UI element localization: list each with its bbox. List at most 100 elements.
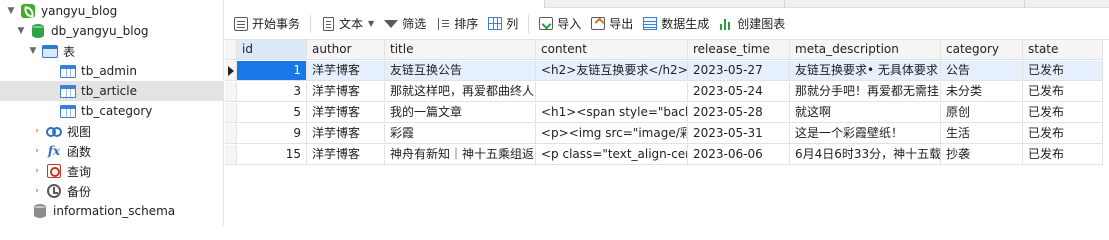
cell-release-time[interactable]: 2023-05-28: [688, 103, 790, 123]
create-chart-button[interactable]: 创建图表: [714, 13, 790, 35]
column-header-author[interactable]: author: [307, 40, 385, 60]
cell-content[interactable]: <h1><span style="back: [536, 103, 688, 123]
cell-content[interactable]: <h2>友链互换要求</h2>: [536, 61, 688, 81]
column-header-meta-description[interactable]: meta_description: [790, 40, 941, 60]
columns-label: 列: [506, 17, 519, 31]
tree-item-table-tb_article[interactable]: tb_article: [0, 81, 224, 101]
cell-content[interactable]: <p class="text_align-cer: [536, 145, 688, 165]
cell-title[interactable]: 神舟有新知｜神十五乘组返: [385, 145, 536, 165]
cell-meta-description[interactable]: 就这啊: [790, 103, 941, 123]
expand-arrow-icon[interactable]: ›: [32, 126, 42, 136]
cell-meta-description[interactable]: 那就分手吧！再爱都无需挂: [790, 82, 941, 102]
cell-id[interactable]: 1: [237, 61, 307, 81]
tab[interactable]: [545, 0, 785, 8]
table-icon: [60, 103, 76, 119]
cell-release-time[interactable]: 2023-05-31: [688, 124, 790, 144]
expand-arrow-icon[interactable]: ›: [32, 146, 42, 156]
cell-category[interactable]: 原创: [941, 103, 1023, 123]
cell-category[interactable]: 公告: [941, 61, 1023, 81]
cell-author[interactable]: 洋芋博客: [307, 61, 385, 81]
column-header-content[interactable]: content: [536, 40, 688, 60]
tab[interactable]: [785, 0, 1025, 8]
column-header-release-time[interactable]: release_time: [688, 40, 790, 60]
tree-item-functions[interactable]: › fx 函数: [0, 141, 224, 161]
column-header-category[interactable]: category: [941, 40, 1023, 60]
chevron-down-icon[interactable]: ▼: [368, 19, 374, 28]
cell-id[interactable]: 15: [237, 145, 307, 165]
cell-category[interactable]: 生活: [941, 124, 1023, 144]
cell-state[interactable]: 已发布: [1023, 145, 1103, 165]
cell-content[interactable]: [536, 82, 688, 102]
column-header-state[interactable]: state: [1023, 40, 1103, 60]
cell-state[interactable]: 已发布: [1023, 61, 1103, 81]
cell-author[interactable]: 洋芋博客: [307, 103, 385, 123]
cell-id[interactable]: 9: [237, 124, 307, 144]
sort-icon: [436, 17, 450, 31]
tree-item-table-tb_category[interactable]: tb_category: [0, 101, 224, 121]
cell-meta-description[interactable]: 友链互换要求• 无具体要求: [790, 61, 941, 81]
expand-arrow-icon[interactable]: ›: [32, 166, 42, 176]
text-label: 文本: [339, 17, 364, 31]
tree-item-database[interactable]: ▼ db_yangyu_blog: [0, 21, 224, 41]
columns-button[interactable]: 列: [483, 13, 523, 35]
cell-author[interactable]: 洋芋博客: [307, 82, 385, 102]
tables-group-icon: [42, 43, 58, 59]
table-row[interactable]: 1 洋芋博客 友链互换公告 <h2>友链互换要求</h2> 2023-05-27…: [225, 61, 1109, 81]
tree-item-tables[interactable]: ▼ 表: [0, 41, 224, 61]
cell-title[interactable]: 那就这样吧，再爱都曲终人: [385, 82, 536, 102]
backups-label: 备份: [67, 184, 92, 199]
tree-item-table-tb_admin[interactable]: tb_admin: [0, 61, 224, 81]
cell-category[interactable]: 未分类: [941, 82, 1023, 102]
collapse-arrow-icon[interactable]: ▼: [6, 6, 16, 16]
cell-state[interactable]: 已发布: [1023, 103, 1103, 123]
database-label: information_schema: [53, 204, 176, 218]
sort-button[interactable]: 排序: [431, 13, 483, 35]
collapse-arrow-icon[interactable]: ▼: [28, 46, 38, 56]
cell-title[interactable]: 我的一篇文章: [385, 103, 536, 123]
cell-state[interactable]: 已发布: [1023, 82, 1103, 102]
table-row[interactable]: 3 洋芋博客 那就这样吧，再爱都曲终人 2023-05-24 那就分手吧！再爱都…: [225, 82, 1109, 102]
cell-release-time[interactable]: 2023-05-24: [688, 82, 790, 102]
tree-item-queries[interactable]: › 查询: [0, 161, 224, 181]
expand-arrow-icon[interactable]: ›: [32, 186, 42, 196]
cell-author[interactable]: 洋芋博客: [307, 145, 385, 165]
table-row[interactable]: 5 洋芋博客 我的一篇文章 <h1><span style="back 2023…: [225, 103, 1109, 123]
sort-label: 排序: [454, 17, 479, 31]
cell-id[interactable]: 3: [237, 82, 307, 102]
tree-item-connection[interactable]: ▼ yangyu_blog: [0, 1, 224, 21]
text-button[interactable]: 文本 ▼: [316, 13, 379, 35]
cell-title[interactable]: 彩霞: [385, 124, 536, 144]
database-label: db_yangyu_blog: [51, 24, 149, 38]
tree-item-backups[interactable]: › 备份: [0, 181, 224, 201]
tree-item-views[interactable]: › 视图: [0, 121, 224, 141]
cell-id[interactable]: 5: [237, 103, 307, 123]
tree-item-information-schema[interactable]: information_schema: [0, 201, 224, 221]
views-label: 视图: [67, 124, 92, 139]
cell-release-time[interactable]: 2023-06-06: [688, 145, 790, 165]
filter-button[interactable]: 筛选: [379, 13, 431, 35]
query-icon: [46, 163, 62, 179]
table-row[interactable]: 15 洋芋博客 神舟有新知｜神十五乘组返 <p class="text_alig…: [225, 145, 1109, 165]
tab-active[interactable]: [225, 0, 545, 8]
cell-content[interactable]: <p><img src="image/彩: [536, 124, 688, 144]
column-header-title[interactable]: title: [385, 40, 536, 60]
cell-title[interactable]: 友链互换公告: [385, 61, 536, 81]
collapse-arrow-icon[interactable]: ▼: [16, 26, 26, 36]
cell-author[interactable]: 洋芋博客: [307, 124, 385, 144]
column-header-id[interactable]: id: [237, 40, 307, 60]
current-row-icon: [228, 66, 234, 76]
table-row[interactable]: 9 洋芋博客 彩霞 <p><img src="image/彩 2023-05-3…: [225, 124, 1109, 144]
import-button[interactable]: 导入: [534, 13, 586, 35]
data-toolbar: 开始事务 文本 ▼ 筛选 排序 列 导入 导出 数据生成 创建图表: [225, 8, 1109, 40]
cell-state[interactable]: 已发布: [1023, 124, 1103, 144]
export-button[interactable]: 导出: [586, 13, 638, 35]
data-generation-button[interactable]: 数据生成: [638, 13, 714, 35]
function-icon: fx: [47, 144, 61, 158]
cell-meta-description[interactable]: 6月4日6时33分，神十五载: [790, 145, 941, 165]
cell-meta-description[interactable]: 这是一个彩霞壁纸！: [790, 124, 941, 144]
begin-transaction-button[interactable]: 开始事务: [229, 13, 305, 35]
cell-category[interactable]: 抄袭: [941, 145, 1023, 165]
queries-label: 查询: [67, 164, 92, 179]
connection-label: yangyu_blog: [41, 4, 118, 18]
cell-release-time[interactable]: 2023-05-27: [688, 61, 790, 81]
